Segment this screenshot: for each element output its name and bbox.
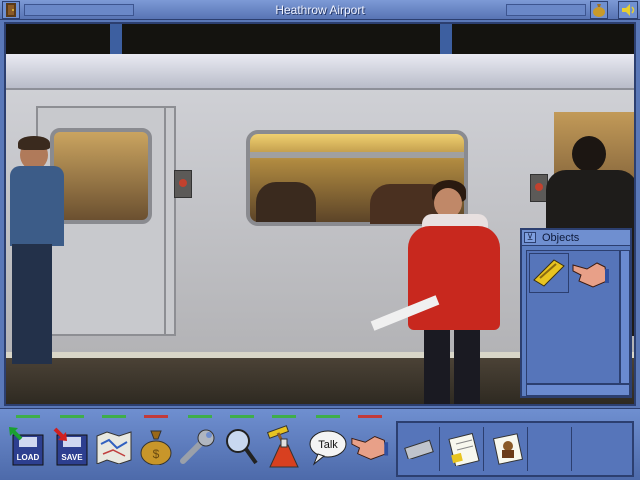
objects-panel: ⊻ Objects	[520, 228, 632, 398]
magnifier-icon	[226, 429, 258, 465]
ceiling-sign	[440, 24, 452, 56]
hand-icon	[351, 435, 389, 460]
door-icon[interactable]	[2, 1, 20, 19]
tool-indicator	[144, 415, 168, 418]
passengers	[256, 182, 316, 222]
map-button[interactable]	[94, 425, 134, 469]
look-button[interactable]	[222, 425, 262, 469]
gold-card-icon[interactable]	[529, 253, 569, 293]
save-disk-icon: SAVE	[53, 427, 88, 466]
title-bar-decoration-right	[506, 4, 586, 16]
door-alarm[interactable]	[174, 170, 192, 198]
inventory-slot[interactable]	[398, 427, 440, 471]
map-icon	[96, 431, 132, 464]
tool-indicator	[188, 415, 212, 418]
tool-indicator	[358, 415, 382, 418]
load-label: LOAD	[17, 453, 40, 462]
objects-list	[526, 250, 620, 384]
inventory-strip	[396, 421, 634, 477]
load-disk-icon: LOAD	[9, 427, 44, 466]
boy-in-red-jacket[interactable]	[370, 180, 506, 404]
tool-indicator	[316, 415, 340, 418]
tool-indicator	[60, 415, 84, 418]
tool-indicator	[16, 415, 40, 418]
money-bag-icon: $	[140, 430, 172, 465]
notepad-icon	[447, 432, 480, 466]
talk-label: Talk	[318, 439, 338, 451]
save-label: SAVE	[61, 453, 83, 462]
hammer-flask-icon	[266, 425, 299, 468]
svg-text:$: $	[153, 447, 160, 461]
talk-button[interactable]: Talk	[308, 425, 348, 469]
speech-bubble-icon: Talk	[309, 430, 347, 466]
objects-panel-footer	[526, 384, 630, 396]
inventory-slot-empty[interactable]	[574, 427, 616, 471]
objects-panel-header: ⊻ Objects	[522, 230, 630, 246]
tool-indicator	[102, 415, 126, 418]
train-door-edge	[166, 106, 176, 336]
photo-icon	[492, 433, 523, 465]
money-bag-icon[interactable]	[590, 1, 608, 19]
inventory-slot[interactable]	[442, 427, 484, 471]
window-title: Heathrow Airport	[275, 3, 365, 17]
speaker-icon[interactable]	[618, 1, 638, 19]
station-ceiling	[6, 24, 634, 58]
wrench-icon	[180, 429, 215, 464]
use-button[interactable]	[178, 425, 218, 469]
tool-indicator	[272, 415, 296, 418]
title-bar: Heathrow Airport	[0, 0, 640, 20]
title-bar-decoration-left	[24, 4, 134, 16]
money-button[interactable]: $	[136, 425, 176, 469]
load-button[interactable]: LOAD	[8, 425, 48, 469]
objects-panel-title: Objects	[542, 232, 580, 244]
toolbar: LOAD SAVE $ Talk	[0, 408, 640, 480]
hand-icon[interactable]	[571, 253, 611, 293]
combine-button[interactable]	[264, 425, 304, 469]
save-button[interactable]: SAVE	[52, 425, 92, 469]
man-in-denim-jacket[interactable]	[6, 136, 66, 376]
objects-scrollbar[interactable]	[620, 250, 630, 384]
ceiling-sign	[110, 24, 122, 56]
ticket-icon	[403, 439, 434, 459]
inventory-slot[interactable]	[486, 427, 528, 471]
tool-indicator	[230, 415, 254, 418]
window-bar	[250, 152, 464, 158]
take-button[interactable]	[350, 425, 390, 469]
train-roof	[6, 54, 634, 90]
collapse-button[interactable]: ⊻	[524, 232, 536, 243]
inventory-slot-empty[interactable]	[530, 427, 572, 471]
